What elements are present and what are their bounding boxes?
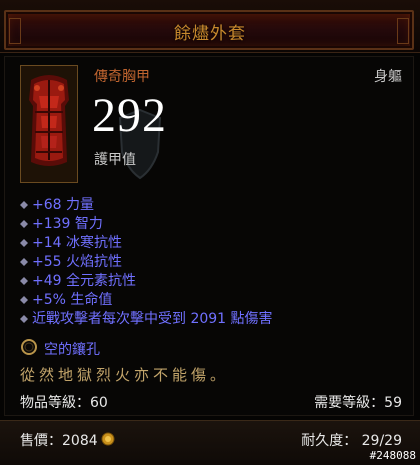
image-id-label: #248088: [369, 449, 416, 462]
item-tooltip: 餘燼外套 傳奇胸甲 身軀 292 護甲值 +68 力量 +139 智力 +14 …: [0, 0, 420, 465]
diamond-bullet-icon: [20, 315, 28, 323]
armor-value: 292: [92, 89, 167, 142]
required-level: 需要等級：59: [314, 395, 402, 411]
armor-label: 護甲值: [94, 152, 136, 168]
item-icon-frame: [20, 65, 78, 183]
gold-coin-icon: [101, 432, 115, 446]
empty-socket-icon: [21, 339, 37, 355]
chest-armor-icon: [21, 66, 77, 182]
diamond-bullet-icon: [20, 277, 28, 285]
item-name: 餘燼外套: [174, 24, 246, 44]
diamond-bullet-icon: [20, 201, 28, 209]
sell-price: 售價：2084: [20, 433, 98, 449]
item-slot: 身軀: [374, 69, 402, 85]
durability: 耐久度： 29/29: [301, 433, 402, 449]
flavor-text: 從然地獄烈火亦不能傷。: [20, 366, 230, 384]
diamond-bullet-icon: [20, 239, 28, 247]
item-level: 物品等級：60: [20, 395, 108, 411]
item-type: 傳奇胸甲: [94, 69, 150, 85]
socket-label: 空的鑲孔: [44, 342, 100, 358]
diamond-bullet-icon: [20, 296, 28, 304]
diamond-bullet-icon: [20, 258, 28, 266]
tooltip-header: 餘燼外套: [0, 0, 420, 53]
diamond-bullet-icon: [20, 220, 28, 228]
